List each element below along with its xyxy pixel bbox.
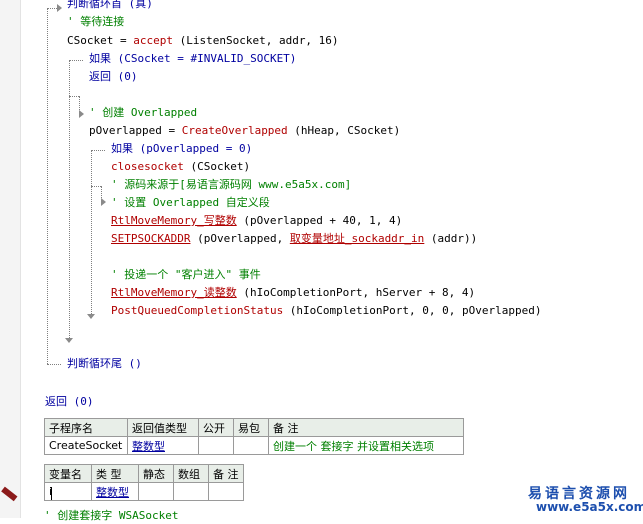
create-fn: CreateOverlapped xyxy=(181,124,288,137)
post-args: (hIoCompletionPort, 0, 0, pOverlapped) xyxy=(283,304,542,317)
rtl-write-args: (pOverlapped + 40, 1, 4) xyxy=(236,214,403,227)
col-array: 数组 xyxy=(173,464,209,483)
cell-static[interactable] xyxy=(138,482,174,501)
col-var-name: 变量名 xyxy=(44,464,92,483)
create-args: (hHeap, CSocket) xyxy=(287,124,401,137)
setsock-fn[interactable]: SETPSOCKADDR xyxy=(111,232,190,245)
else-arrow-icon[interactable] xyxy=(79,110,84,118)
rtl-write-fn[interactable]: RtlMoveMemory_写整数 xyxy=(111,214,237,227)
if1-guide-line xyxy=(69,60,70,340)
loop-head-line[interactable]: 判断循环首 (真) xyxy=(67,0,153,12)
closesocket-line[interactable]: closesocket (CSocket) xyxy=(111,159,250,175)
cell-note[interactable]: 创建一个 套接字 并设置相关选项 xyxy=(268,436,464,455)
col-public: 公开 xyxy=(198,418,234,437)
table-row[interactable]: i 整数型 xyxy=(44,482,244,501)
comment-setfield[interactable]: ' 设置 Overlapped 自定义段 xyxy=(111,195,270,211)
text-cursor xyxy=(51,487,52,500)
cell-return-type[interactable]: 整数型 xyxy=(127,436,199,455)
cell-public[interactable] xyxy=(198,436,234,455)
setsock-end: (addr)) xyxy=(424,232,478,245)
watermark-url: www.e5a5x.com xyxy=(536,500,643,514)
closesocket-args: (CSocket) xyxy=(183,160,251,173)
else-arrow-icon[interactable] xyxy=(101,198,106,206)
expand-arrow-icon[interactable] xyxy=(57,4,62,12)
comment-wait[interactable]: ' 等待连接 xyxy=(67,14,124,30)
accept-line[interactable]: CSocket = accept (ListenSocket, addr, 16… xyxy=(67,33,339,49)
loop-guide-top xyxy=(47,8,57,9)
post-fn: PostQueuedCompletionStatus xyxy=(111,304,284,317)
col-return-type: 返回值类型 xyxy=(127,418,199,437)
cell-array[interactable] xyxy=(173,482,209,501)
create-assign: pOverlapped = xyxy=(89,124,182,137)
col-package: 易包 xyxy=(233,418,269,437)
if-invalid-socket-line[interactable]: 如果 (CSocket = #INVALID_SOCKET) xyxy=(89,51,296,67)
post-queued-line[interactable]: PostQueuedCompletionStatus (hIoCompletio… xyxy=(111,303,541,319)
col-type: 类 型 xyxy=(91,464,139,483)
cell-package[interactable] xyxy=(233,436,269,455)
rtl-read-fn[interactable]: RtlMoveMemory_读整数 xyxy=(111,286,237,299)
loop-tail-line[interactable]: 判断循环尾 () xyxy=(67,356,142,372)
if1-guide-mid xyxy=(69,96,79,97)
return-end-line[interactable]: 返回 (0) xyxy=(45,394,94,410)
down-arrow-icon xyxy=(87,314,95,319)
rtl-read-args: (hIoCompletionPort, hServer + 8, 4) xyxy=(236,286,476,299)
col-sub-name: 子程序名 xyxy=(44,418,128,437)
col-static: 静态 xyxy=(138,464,174,483)
setsock-args: (pOverlapped, xyxy=(190,232,290,245)
if1-guide-top xyxy=(69,60,83,61)
if2-guide-top xyxy=(91,150,105,151)
table-row[interactable]: CreateSocket 整数型 创建一个 套接字 并设置相关选项 xyxy=(44,436,464,455)
comment-post[interactable]: ' 投递一个 "客户进入" 事件 xyxy=(111,267,261,283)
cell-var-type[interactable]: 整数型 xyxy=(91,482,139,501)
accept-fn: accept xyxy=(133,34,173,47)
variable-table: 变量名 类 型 静态 数组 备 注 i 整数型 xyxy=(44,464,244,501)
return-line[interactable]: 返回 (0) xyxy=(89,69,138,85)
cell-sub-name[interactable]: CreateSocket xyxy=(44,436,128,455)
comment-source[interactable]: ' 源码来源于[易语言源码网 www.e5a5x.com] xyxy=(111,177,351,193)
setpsockaddr-line[interactable]: SETPSOCKADDR (pOverlapped, 取变量地址_sockadd… xyxy=(111,231,477,247)
accept-assign: CSocket = xyxy=(67,34,134,47)
accept-args: (ListenSocket, addr, 16) xyxy=(172,34,339,47)
table-header-row: 子程序名 返回值类型 公开 易包 备 注 xyxy=(44,418,464,437)
closesocket-fn: closesocket xyxy=(111,160,184,173)
if-overlapped-zero-line[interactable]: 如果 (pOverlapped = 0) xyxy=(111,141,252,157)
getaddr-fn[interactable]: 取变量地址_sockaddr_in xyxy=(290,232,424,245)
comment-create-socket[interactable]: ' 创建套接字 WSASocket xyxy=(44,508,178,524)
if2-guide-mid xyxy=(91,186,101,187)
if2-guide-line xyxy=(91,150,92,316)
down-arrow-icon xyxy=(65,338,73,343)
loop-guide-bottom xyxy=(47,364,61,365)
editor-gutter xyxy=(0,0,21,518)
comment-create[interactable]: ' 创建 Overlapped xyxy=(89,105,197,121)
rtl-read-line[interactable]: RtlMoveMemory_读整数 (hIoCompletionPort, hS… xyxy=(111,285,475,301)
cell-var-note[interactable] xyxy=(208,482,244,501)
rtl-write-line[interactable]: RtlMoveMemory_写整数 (pOverlapped + 40, 1, … xyxy=(111,213,402,229)
table-header-row: 变量名 类 型 静态 数组 备 注 xyxy=(44,464,244,483)
create-overlapped-line[interactable]: pOverlapped = CreateOverlapped (hHeap, C… xyxy=(89,123,400,139)
col-note: 备 注 xyxy=(268,418,464,437)
col-note: 备 注 xyxy=(208,464,244,483)
subroutine-table: 子程序名 返回值类型 公开 易包 备 注 CreateSocket 整数型 创建… xyxy=(44,418,464,455)
loop-guide-line xyxy=(47,8,48,364)
